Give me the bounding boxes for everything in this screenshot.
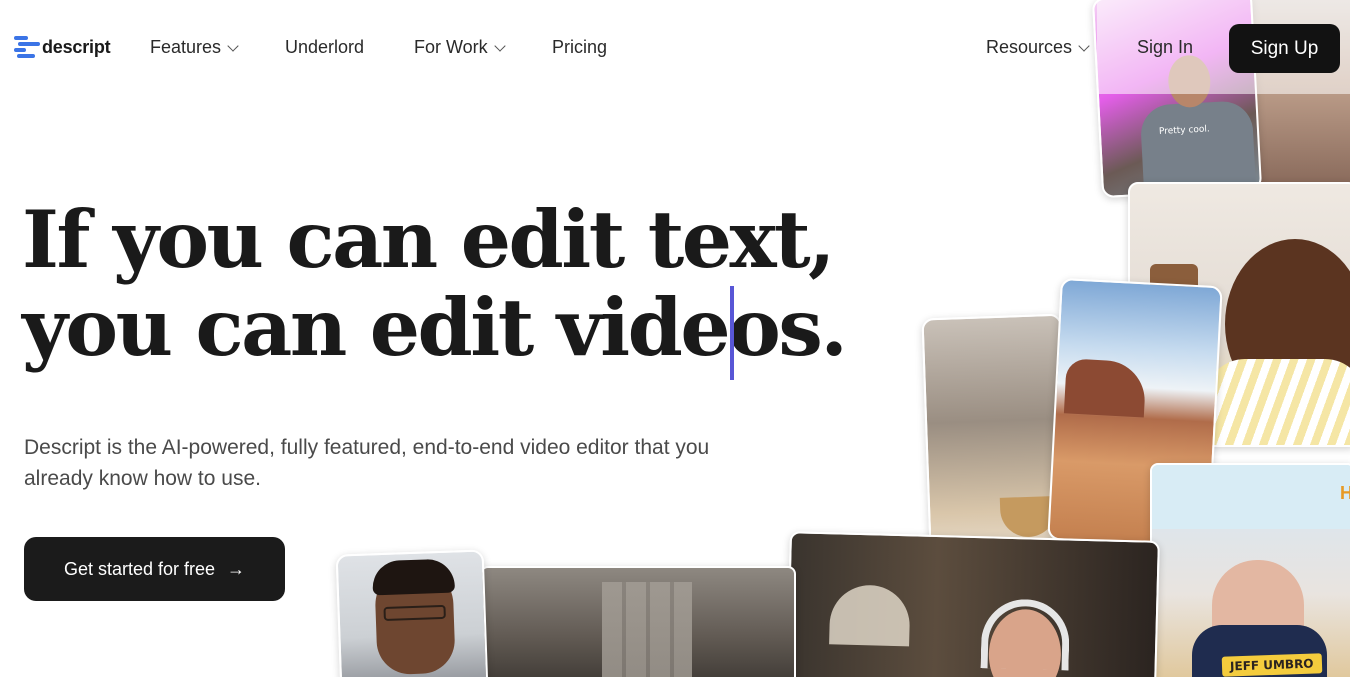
descript-logo[interactable]: descript <box>14 34 111 60</box>
room-window-thumbnail <box>480 566 796 677</box>
descript-logo-icon <box>14 34 40 60</box>
chevron-down-icon <box>227 39 239 52</box>
arrow-right-icon: → <box>227 558 246 579</box>
hero-headline: If you can edit text, you can edit video… <box>22 193 848 374</box>
get-started-label: Get started for free <box>63 558 216 579</box>
chevron-down-icon <box>494 39 506 52</box>
sign-in-label: Sign In <box>1137 37 1194 57</box>
text-cursor-caret <box>730 286 734 380</box>
headline-line-1: If you can edit text, <box>22 193 836 286</box>
logo-wordmark: descript <box>42 36 111 57</box>
nav-pricing[interactable]: Pricing <box>552 37 607 58</box>
sign-in-link[interactable]: Sign In <box>1137 37 1193 58</box>
nav-for-work-label: For Work <box>414 37 488 57</box>
nav-underlord-label: Underlord <box>285 37 365 57</box>
nav-underlord[interactable]: Underlord <box>285 37 364 58</box>
top-navigation: descript Features Underlord For Work Pri… <box>0 0 1350 96</box>
studio-headphones-thumbnail <box>786 531 1160 677</box>
nav-resources-label: Resources <box>986 37 1073 57</box>
nav-resources[interactable]: Resources <box>986 37 1090 58</box>
nav-for-work[interactable]: For Work <box>414 37 506 58</box>
podcast-logo: H <box>1340 483 1350 504</box>
get-started-button[interactable]: Get started for free → <box>24 537 285 601</box>
nav-features-label: Features <box>150 37 222 57</box>
chevron-down-icon <box>1078 39 1090 52</box>
hero-subheadline: Descript is the AI-powered, fully featur… <box>24 436 710 490</box>
hero-section: If you can edit text, you can edit video… <box>22 193 848 380</box>
headline-line-2: you can edit videos. <box>22 281 848 374</box>
name-tag: JEFF UMBRO <box>1221 653 1322 677</box>
nav-features[interactable]: Features <box>150 37 239 58</box>
sign-up-button[interactable]: Sign Up <box>1229 24 1340 73</box>
nav-pricing-label: Pricing <box>552 37 608 57</box>
podcast-host-thumbnail: H JEFF UMBRO <box>1150 463 1350 677</box>
man-glasses-thumbnail <box>335 549 489 677</box>
